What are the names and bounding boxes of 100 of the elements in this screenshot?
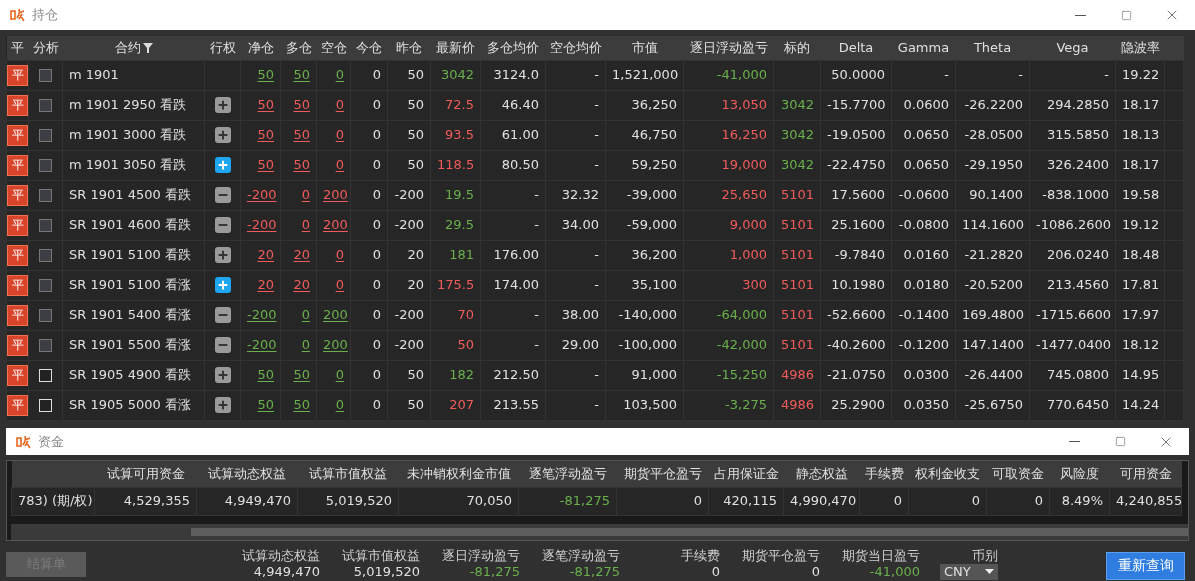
table-cell: 32.32 [561,187,599,203]
column-header[interactable]: Vega [1056,40,1089,55]
table-cell: 3042 [780,127,814,143]
column-header[interactable]: Delta [838,40,874,55]
column-header[interactable]: 多仓 [285,40,312,55]
table-cell: 50 [457,337,474,353]
table-cell: 38.00 [561,307,599,323]
table-cell: 0.0650 [903,127,949,143]
table-cell: -140,000 [618,307,677,323]
table-cell: -25.6750 [964,397,1023,413]
column-header[interactable]: 平 [11,40,24,55]
table-cell: 93.5 [445,127,474,143]
column-header[interactable]: 最新价 [436,40,475,55]
table-cell: 17.97 [1122,307,1160,323]
table-cell: -0.1200 [898,337,949,353]
close-position-button[interactable]: 平 [7,364,28,386]
currency-select[interactable]: CNY [940,563,998,580]
table-cell: 0.0300 [903,367,949,383]
requery-button[interactable]: 重新查询 [1106,551,1185,580]
table-cell: 0 [372,127,381,143]
table-cell: 4,990,470 [790,493,857,509]
filter-icon[interactable] [142,42,153,53]
table-cell: 36,250 [631,97,677,113]
table-cell[interactable]: 0 [335,367,344,383]
table-cell[interactable]: 0 [335,397,344,413]
column-header[interactable]: 可用资金 [1119,466,1172,481]
table-cell: 0.0180 [903,277,949,293]
column-header[interactable]: 占用保证金 [713,466,779,481]
column-header[interactable]: 试算可用资金 [106,466,185,481]
table-cell: 9,000 [729,217,767,233]
column-header[interactable]: 空仓 [320,40,347,55]
table-cell: 294.2850 [1046,97,1109,113]
minimize-icon [1068,441,1080,442]
column-header[interactable]: 分析 [32,40,59,55]
logo-icon [16,434,32,449]
close-position-button[interactable]: 平 [7,394,28,416]
table-cell: 14.24 [1122,397,1160,413]
column-header[interactable]: 多仓均价 [487,40,539,55]
table-cell: 118.5 [437,157,475,173]
table-cell: 13,050 [721,97,767,113]
column-header[interactable]: Gamma [897,40,950,55]
table-cell: SR 1901 5400 看涨 [69,307,191,323]
table-cell: -200 [394,217,424,233]
table-cell: 18.48 [1122,247,1160,263]
column-header[interactable]: 今仓 [356,40,382,55]
table-cell: 34.00 [561,217,599,233]
table-cell: -22.4750 [827,157,886,173]
table-cell: - [534,307,539,323]
summary-value: -41,000 [869,563,920,580]
table-cell: 0 [372,367,381,383]
table-cell: 0 [372,217,381,233]
table-cell: - [594,397,599,413]
table-cell: -21.2820 [964,247,1023,263]
column-header[interactable]: 净仓 [247,40,274,55]
table-cell: 46,750 [631,127,677,143]
summary-label: 逐笔浮动盈亏 [542,547,620,564]
column-header[interactable]: 权利金收支 [915,466,980,481]
table-cell: 70,050 [466,493,512,509]
column-header[interactable]: 手续费 [864,466,904,481]
column-header[interactable]: 标的 [784,40,810,55]
table-cell: 0 [971,493,980,509]
table-cell: 17.5600 [831,187,885,203]
column-header[interactable]: 隐波率 [1120,40,1160,55]
column-header[interactable]: 期货平仓盈亏 [623,466,702,481]
table-cell: -0.1400 [898,307,949,323]
table-cell: 3124.0 [493,67,539,83]
table-cell: 25.1600 [831,217,885,233]
table-cell: - [534,337,539,353]
table-cell: 5101 [780,337,814,353]
column-header[interactable]: 昨仓 [396,40,422,55]
table-cell: 19,000 [721,157,767,173]
column-header[interactable]: 试算动态权益 [208,466,286,481]
summary-label: 期货平仓盈亏 [742,547,820,564]
column-header[interactable]: 市值 [631,40,658,55]
column-header[interactable]: Theta [973,40,1012,55]
table-cell: - [1018,67,1023,83]
column-header[interactable]: 风险度 [1060,466,1099,481]
table-cell: 0 [372,277,381,293]
table-cell: - [594,247,599,263]
column-header[interactable]: 可取资金 [992,466,1044,481]
table-cell: 5101 [780,217,814,233]
scrollbar-thumb[interactable] [191,527,1188,536]
table-cell: - [594,97,599,113]
table-cell: 36,200 [631,247,677,263]
column-header[interactable]: 行权 [209,40,236,55]
column-header[interactable]: 逐笔浮动盈亏 [528,466,607,481]
table-cell: -29.1950 [964,157,1023,173]
column-header[interactable]: 合约 [114,38,141,58]
column-header[interactable]: 空仓均价 [549,40,602,55]
table-cell: 3042 [440,67,474,83]
table-cell: -42,000 [716,337,767,353]
column-header[interactable]: 逐日浮动盈亏 [689,40,768,55]
column-header[interactable]: 未冲销权利金市值 [406,466,511,481]
table-cell: -64,000 [716,307,767,323]
table-cell: 50 [407,157,424,173]
summary-value: 0 [811,563,820,580]
column-header[interactable]: 静态权益 [795,466,848,481]
column-header[interactable]: 试算市值权益 [309,466,387,481]
table-cell: 103,500 [623,397,677,413]
table-cell: -1477.0400 [1036,337,1111,353]
